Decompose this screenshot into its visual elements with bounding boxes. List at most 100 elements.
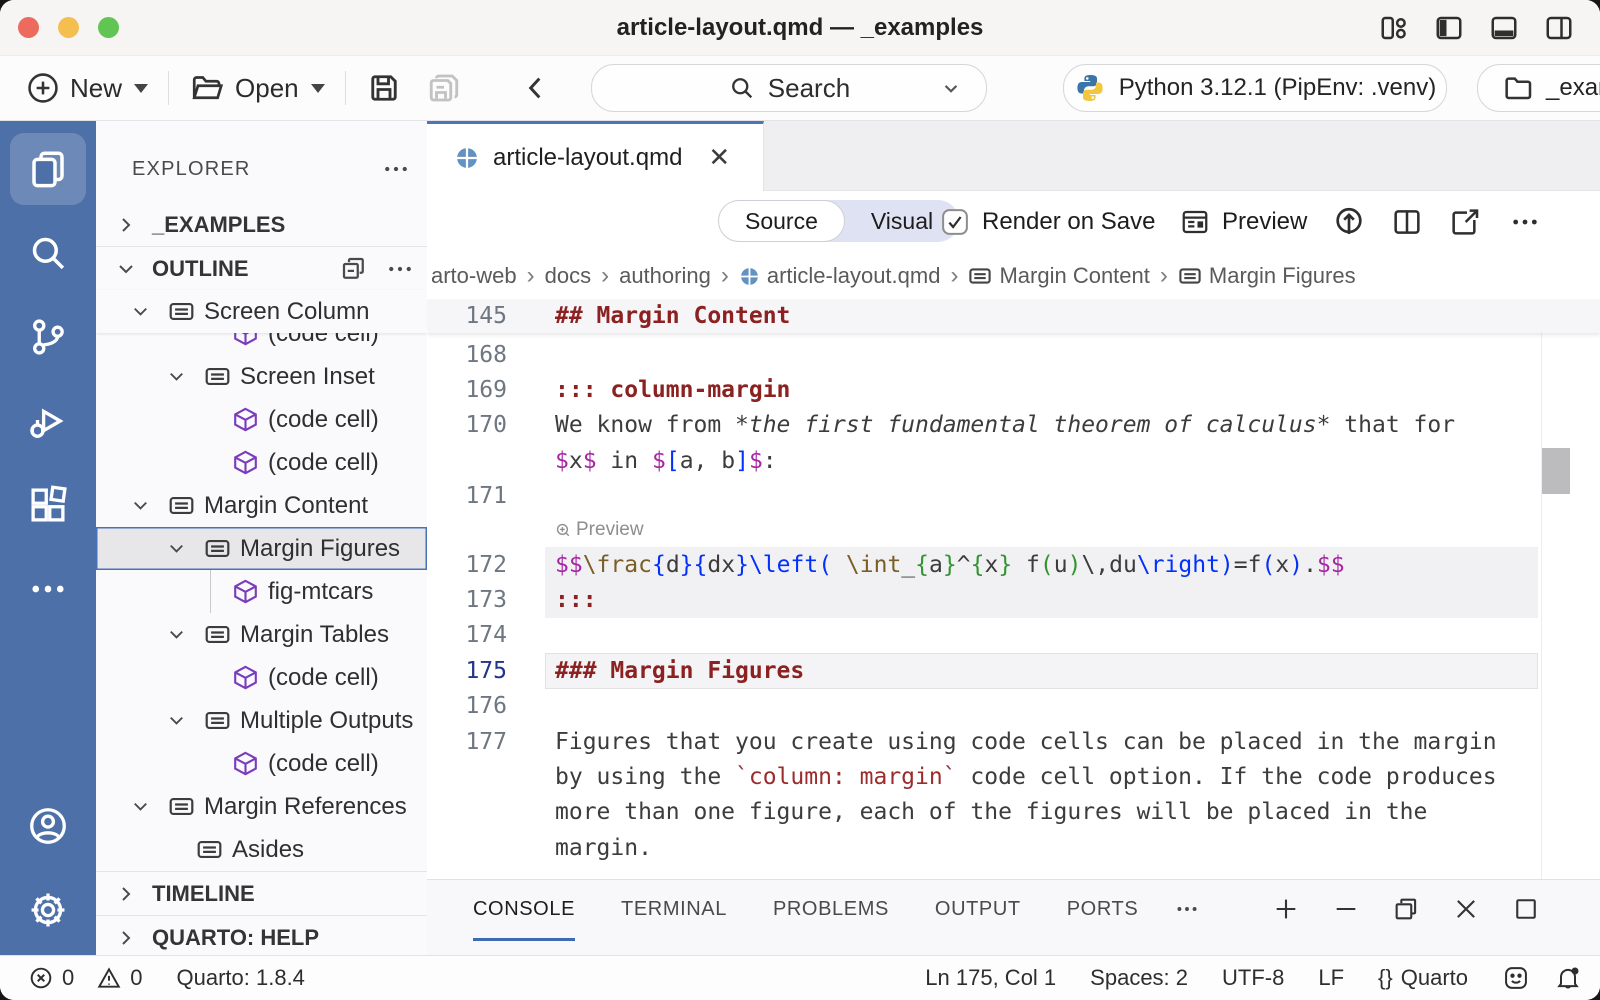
panel-tab-console[interactable]: CONSOLE <box>473 880 575 941</box>
code-line[interactable]: 173::: <box>427 582 1600 617</box>
render-document-icon[interactable] <box>1332 191 1366 253</box>
outline-item-multiple-outputs[interactable]: Multiple Outputs <box>96 699 427 742</box>
interpreter-selector[interactable]: Python 3.12.1 (PipEnv: .venv) <box>1063 64 1447 112</box>
codelens-preview[interactable]: Preview <box>545 514 1538 547</box>
chevron-down-icon[interactable] <box>158 623 194 646</box>
activity-settings[interactable] <box>10 874 86 946</box>
indentation-status[interactable]: Spaces: 2 <box>1090 965 1188 991</box>
navigate-back-icon[interactable] <box>520 72 552 104</box>
code-line[interactable]: 170We know from *the first fundamental t… <box>427 408 1600 443</box>
outline-item-fig-mtcars[interactable]: fig-mtcars <box>96 570 427 613</box>
code-line[interactable]: more than one figure, each of the figure… <box>427 795 1600 830</box>
open-external-icon[interactable] <box>1449 191 1481 253</box>
render-on-save-control[interactable]: Render on Save <box>940 191 1155 253</box>
eol-status[interactable]: LF <box>1318 965 1344 991</box>
quarto-version-status[interactable]: Quarto: 1.8.4 <box>177 965 305 991</box>
code-line[interactable]: 174 <box>427 618 1600 653</box>
language-mode-status[interactable]: {} Quarto <box>1378 965 1468 991</box>
cursor-position-status[interactable]: Ln 175, Col 1 <box>925 965 1056 991</box>
toggle-panel-icon[interactable] <box>1489 13 1519 43</box>
chevron-down-icon[interactable] <box>158 365 194 388</box>
code-line[interactable]: 169::: column-margin <box>427 372 1600 407</box>
panel-close-icon[interactable] <box>1452 895 1480 923</box>
outline-item-screen-inset[interactable]: Screen Inset <box>96 355 427 398</box>
activity-run-debug[interactable] <box>10 385 86 457</box>
breadcrumb-item[interactable]: docs <box>545 263 591 289</box>
sticky-scroll-line[interactable]: 145## Margin Content <box>427 299 1600 333</box>
code-editor[interactable]: 145## Margin Content 168169::: column-ma… <box>427 299 1600 879</box>
problems-status[interactable]: 0 0 <box>28 965 143 991</box>
code-line[interactable]: Preview <box>427 514 1600 547</box>
chevron-down-icon[interactable] <box>122 795 158 818</box>
code-line[interactable]: by using the `column: margin` code cell … <box>427 759 1600 794</box>
chevron-down-icon[interactable] <box>158 709 194 732</box>
collapse-all-icon[interactable] <box>339 254 369 284</box>
outline-item-code-cell[interactable]: (code cell) <box>96 656 427 699</box>
outline-item-code-cell[interactable]: (code cell) <box>96 441 427 484</box>
panel-tab-output[interactable]: OUTPUT <box>935 880 1021 941</box>
customize-layout-icon[interactable] <box>1379 13 1409 43</box>
activity-explorer[interactable] <box>10 133 86 205</box>
activity-search[interactable] <box>10 217 86 289</box>
panel-more-icon[interactable] <box>1174 880 1200 938</box>
sidebar-section-outline[interactable]: OUTLINE <box>96 247 427 290</box>
outline-item-code-cell[interactable]: (code cell) <box>96 742 427 785</box>
preview-button[interactable]: Preview <box>1180 191 1307 253</box>
workspace-selector[interactable]: _examples <box>1477 64 1600 112</box>
sidebar-section-examples[interactable]: _EXAMPLES <box>96 203 427 246</box>
outline-more-icon[interactable] <box>385 254 415 284</box>
feedback-smiley-icon[interactable] <box>1502 964 1530 992</box>
scrollbar-thumb[interactable] <box>1542 448 1570 494</box>
panel-tab-problems[interactable]: PROBLEMS <box>773 880 889 941</box>
editor-more-icon[interactable] <box>1509 191 1541 253</box>
explorer-more-icon[interactable] <box>381 154 411 184</box>
activity-account[interactable] <box>10 790 86 862</box>
outline-item-margin-tables[interactable]: Margin Tables <box>96 613 427 656</box>
code-line[interactable]: 176 <box>427 689 1600 724</box>
sidebar-section-timeline[interactable]: TIMELINE <box>96 872 427 915</box>
code-line[interactable]: 171 <box>427 479 1600 514</box>
panel-tab-terminal[interactable]: TERMINAL <box>621 880 727 941</box>
panel-new-icon[interactable] <box>1272 895 1300 923</box>
code-line[interactable]: 175### Margin Figures <box>427 653 1600 688</box>
code-line[interactable]: 177Figures that you create using code ce… <box>427 724 1600 759</box>
breadcrumb-item[interactable]: arto-web <box>431 263 517 289</box>
tab-close-icon[interactable]: ✕ <box>708 142 730 173</box>
code-line[interactable]: 172$$\frac{d}{dx}\left( \int_{a}^{x} f(u… <box>427 547 1600 582</box>
panel-tab-ports[interactable]: PORTS <box>1067 880 1139 941</box>
chevron-down-icon[interactable] <box>122 494 158 517</box>
sticky-code-line[interactable]: 145## Margin Content <box>427 299 852 334</box>
code-line[interactable]: margin. <box>427 830 1600 865</box>
tab-article-layout[interactable]: article-layout.qmd ✕ <box>427 121 764 191</box>
breadcrumb-item[interactable]: Margin Content <box>968 263 1149 289</box>
outline-item-margin-references[interactable]: Margin References <box>96 785 427 828</box>
new-button[interactable]: New <box>26 71 148 105</box>
breadcrumb-item[interactable]: authoring <box>619 263 711 289</box>
save-all-icon[interactable] <box>426 70 462 106</box>
open-button[interactable]: Open <box>189 70 325 106</box>
panel-maximize-icon[interactable] <box>1512 895 1540 923</box>
outline-item-code-cell[interactable]: (code cell) <box>96 398 427 441</box>
breadcrumb-item[interactable]: article-layout.qmd <box>739 263 941 289</box>
notifications-bell-icon[interactable] <box>1554 964 1582 992</box>
toggle-secondary-sidebar-icon[interactable] <box>1544 13 1574 43</box>
code-line[interactable]: $x$ in $[a, b]$: <box>427 443 1600 478</box>
panel-restore-icon[interactable] <box>1392 895 1420 923</box>
panel-minimize-icon[interactable] <box>1332 895 1360 923</box>
source-mode-button[interactable]: Source <box>718 200 845 242</box>
chevron-down-icon[interactable] <box>158 537 194 560</box>
activity-more[interactable] <box>10 553 86 625</box>
outline-item-asides[interactable]: Asides <box>96 828 427 871</box>
activity-extensions[interactable] <box>10 469 86 541</box>
outline-item-margin-figures[interactable]: Margin Figures <box>96 527 427 570</box>
split-editor-icon[interactable] <box>1391 191 1423 253</box>
activity-source-control[interactable] <box>10 301 86 373</box>
outline-item-screen-column[interactable]: Screen Column <box>96 290 427 333</box>
search-input[interactable]: Search <box>591 64 987 112</box>
outline-item-margin-content[interactable]: Margin Content <box>96 484 427 527</box>
toggle-primary-sidebar-icon[interactable] <box>1434 13 1464 43</box>
breadcrumb-item[interactable]: Margin Figures <box>1178 263 1356 289</box>
chevron-down-icon[interactable] <box>122 300 158 323</box>
code-line[interactable]: 168 <box>427 337 1600 372</box>
sidebar-section-quarto-help[interactable]: QUARTO: HELP <box>96 916 427 956</box>
